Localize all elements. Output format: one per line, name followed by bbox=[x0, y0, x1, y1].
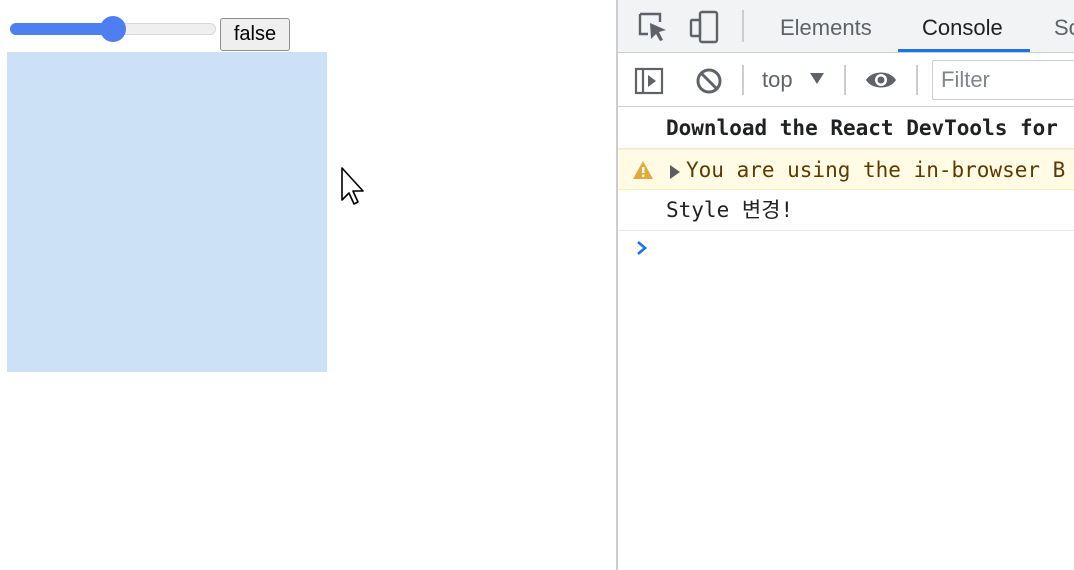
toolbar-divider bbox=[916, 65, 918, 95]
mouse-cursor-icon bbox=[341, 167, 364, 205]
message-text: You are using the in-browser B bbox=[686, 158, 1066, 182]
message-text: Download the React DevTools for bbox=[666, 116, 1058, 140]
inspect-element-icon[interactable] bbox=[636, 10, 670, 44]
toolbar-divider bbox=[742, 65, 744, 95]
active-tab-indicator bbox=[898, 49, 1030, 52]
expand-triangle-icon[interactable] bbox=[670, 165, 680, 179]
message-text: Style 변경! bbox=[666, 198, 794, 222]
page-viewport: false bbox=[0, 0, 616, 570]
slider-fill bbox=[10, 23, 113, 35]
tab-console[interactable]: Console bbox=[922, 0, 1003, 52]
sidebar-toggle-icon[interactable] bbox=[634, 66, 664, 96]
warning-icon bbox=[633, 161, 653, 179]
state-button[interactable]: false bbox=[220, 18, 290, 51]
toolbar-divider bbox=[742, 10, 744, 42]
range-slider[interactable] bbox=[10, 16, 216, 42]
devtools-tab-bar: Elements Console So bbox=[618, 0, 1074, 53]
screen: false Elements Console So bbox=[0, 0, 1074, 570]
device-toolbar-icon[interactable] bbox=[688, 10, 722, 44]
console-toolbar: top Filter bbox=[618, 53, 1074, 107]
console-message-info: Download the React DevTools for bbox=[618, 108, 1074, 149]
slider-thumb[interactable] bbox=[100, 16, 126, 42]
filter-input[interactable]: Filter bbox=[932, 60, 1074, 100]
console-prompt-icon[interactable] bbox=[636, 240, 648, 256]
console-message-warning[interactable]: You are using the in-browser B bbox=[618, 149, 1074, 190]
clear-console-icon[interactable] bbox=[694, 66, 724, 96]
toolbar-divider bbox=[844, 65, 846, 95]
tab-sources[interactable]: So bbox=[1054, 0, 1074, 52]
eye-icon[interactable] bbox=[864, 67, 898, 93]
styled-box bbox=[7, 52, 327, 372]
dropdown-arrow-icon[interactable] bbox=[810, 73, 824, 85]
context-selector[interactable]: top bbox=[762, 65, 793, 95]
devtools-panel: Elements Console So top bbox=[616, 0, 1074, 570]
console-messages: Download the React DevTools for You are … bbox=[618, 108, 1074, 255]
tab-elements[interactable]: Elements bbox=[780, 0, 872, 52]
console-message-log: Style 변경! bbox=[618, 190, 1074, 231]
